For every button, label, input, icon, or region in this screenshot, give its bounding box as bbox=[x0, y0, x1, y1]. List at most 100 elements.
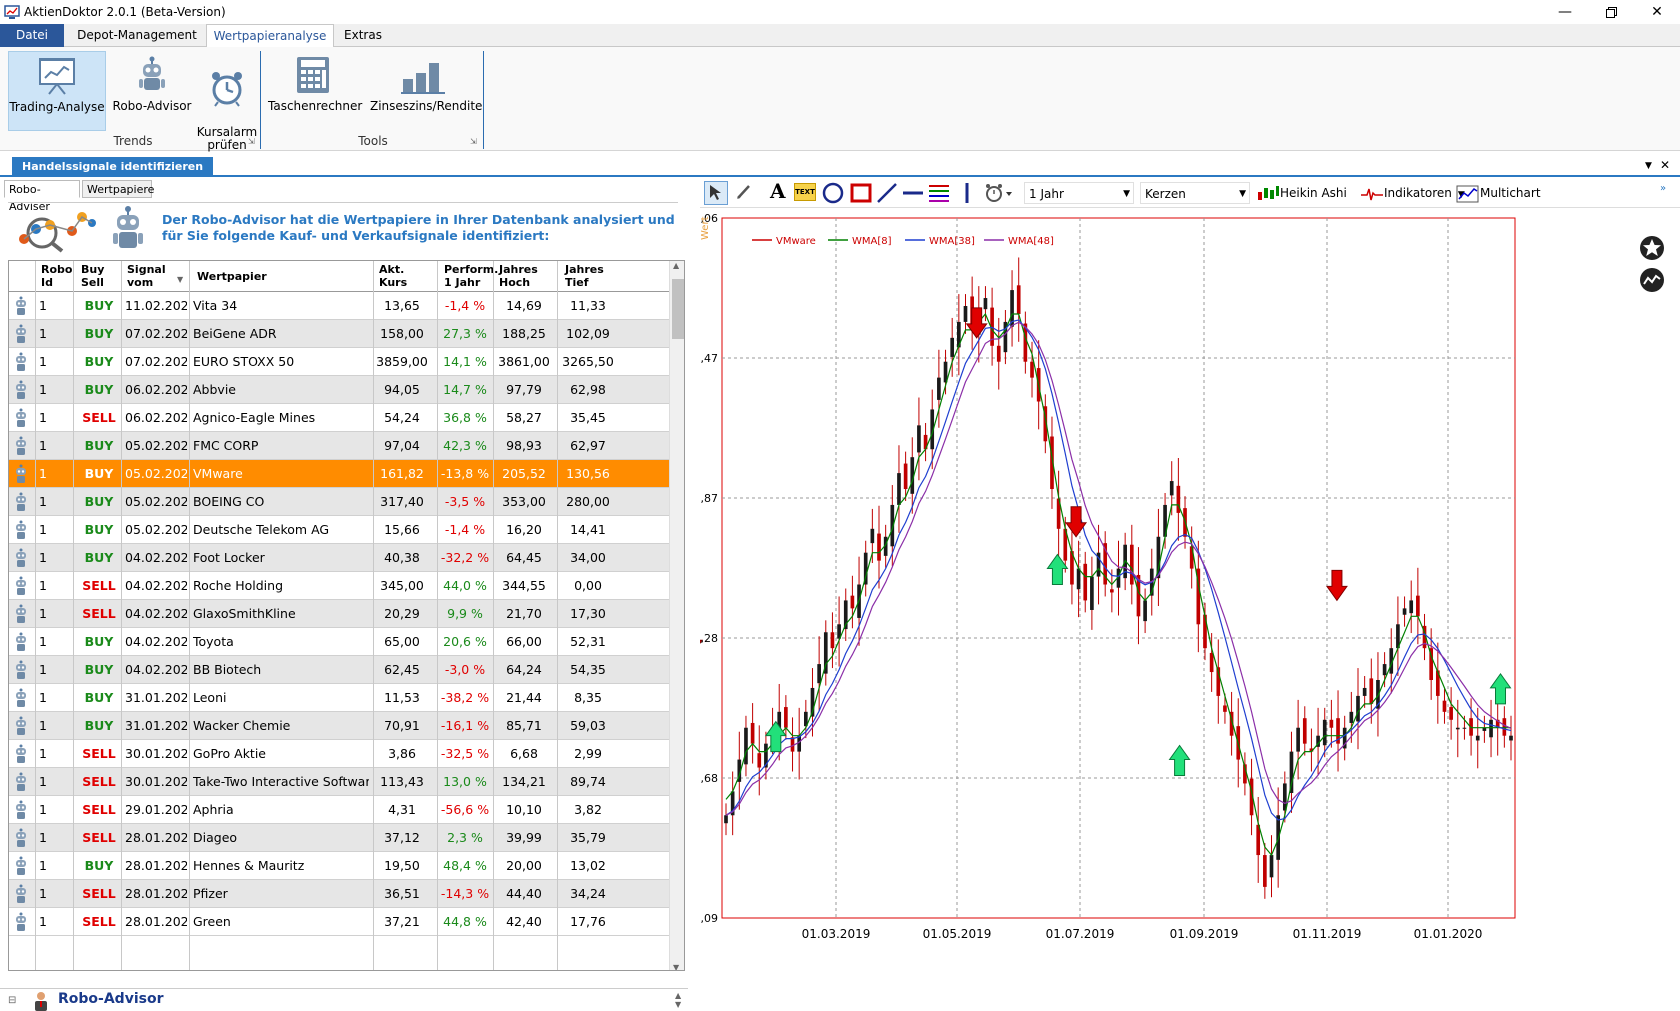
favorite-star-icon[interactable] bbox=[1640, 236, 1664, 260]
person-icon bbox=[35, 992, 47, 1011]
restore-icon[interactable] bbox=[1588, 0, 1634, 24]
col-robo-id[interactable]: Robo Id bbox=[41, 263, 72, 289]
table-row[interactable]: 1 SELL 28.01.2020 Diageo 37,12 2,3 % 39,99 35,7… bbox=[9, 824, 669, 852]
tab-close-icon[interactable]: ✕ bbox=[1660, 158, 1670, 172]
alarm-dropdown-icon[interactable] bbox=[984, 182, 1014, 204]
heikin-ashi-button[interactable]: Heikin Ashi bbox=[1256, 182, 1347, 204]
tools-launcher-icon[interactable]: ⇲ bbox=[470, 137, 477, 146]
period-select[interactable]: 1 Jahr ▼ bbox=[1024, 182, 1134, 204]
vertical-line-icon[interactable] bbox=[956, 182, 978, 204]
robo-advisor-button[interactable]: Robo-Advisor bbox=[112, 51, 192, 113]
table-row[interactable]: 1 BUY 05.02.2020 Deutsche Telekom AG 15,66 -1… bbox=[9, 516, 669, 544]
subtab-robo-adviser[interactable]: Robo-Adviser bbox=[4, 180, 80, 213]
group-tools-label: Tools bbox=[358, 134, 388, 148]
table-row[interactable]: 1 BUY 07.02.2020 EURO STOXX 50 3859,00 14,1 %… bbox=[9, 348, 669, 376]
cell-wertpapier: BeiGene ADR bbox=[193, 326, 277, 341]
trends-launcher-icon[interactable]: ⇲ bbox=[248, 137, 255, 146]
price-chart[interactable]: 214,06196,47178,87161,28143,68126,0901.0… bbox=[700, 210, 1680, 1010]
cell-jahres-tief: 0,00 bbox=[574, 578, 602, 593]
line-tool-icon[interactable] bbox=[876, 182, 898, 204]
table-row[interactable]: 1 BUY 05.02.2020 BOEING CO 317,40 -3,5 % 353,0… bbox=[9, 488, 669, 516]
table-row[interactable]: 1 SELL 04.02.2020 GlaxoSmithKline 20,29 9,9 %… bbox=[9, 600, 669, 628]
col-wertpapier[interactable]: Wertpapier bbox=[197, 270, 267, 283]
table-row[interactable]: 1 SELL 28.01.2020 Pfizer 36,51 -14,3 % 44,40 34… bbox=[9, 880, 669, 908]
table-row[interactable]: 1 BUY 06.02.2020 Abbvie 94,05 14,7 % 97,79 62,9… bbox=[9, 376, 669, 404]
text-box-tool[interactable]: TEXT bbox=[794, 183, 816, 201]
footer-scroll-icon[interactable]: ▲ ▼ bbox=[675, 991, 681, 1009]
table-row[interactable]: 1 SELL 28.01.2020 Green 37,21 44,8 % 42,40 17,7… bbox=[9, 908, 669, 936]
table-row[interactable]: 1 BUY 07.02.2020 BeiGene ADR 158,00 27,3 % 188… bbox=[9, 320, 669, 348]
collapse-icon[interactable]: ⊟ bbox=[8, 995, 16, 1006]
minimize-icon[interactable]: — bbox=[1542, 0, 1588, 24]
indicators-button[interactable]: Indikatoren ▼ bbox=[1360, 182, 1465, 204]
trend-analysis-icon[interactable] bbox=[1640, 268, 1664, 292]
overflow-icon[interactable]: » bbox=[1660, 178, 1666, 200]
col-jahres-hoch[interactable]: Jahres Hoch bbox=[499, 263, 538, 289]
candle-body bbox=[1269, 855, 1274, 878]
menu-extras[interactable]: Extras bbox=[338, 24, 388, 47]
table-row[interactable]: 1 SELL 30.01.2020 GoPro Aktie 3,86 -32,5 % 6,6… bbox=[9, 740, 669, 768]
cell-buy-sell: BUY bbox=[84, 382, 114, 397]
col-signal-vom[interactable]: Signal vom bbox=[127, 263, 166, 289]
col-jahres-tief[interactable]: Jahres Tief bbox=[565, 263, 604, 289]
robot-icon bbox=[13, 796, 33, 826]
cell-signal-date: 05.02.2020 bbox=[125, 466, 187, 481]
cell-akt-kurs: 113,43 bbox=[380, 774, 424, 789]
cell-wertpapier: GoPro Aktie bbox=[193, 746, 266, 761]
zinseszins-button[interactable]: Zinseszins/Rendite bbox=[370, 51, 482, 113]
table-row[interactable]: 1 BUY 05.02.2020 FMC CORP 97,04 42,3 % 98,93 62… bbox=[9, 432, 669, 460]
chart-style-select[interactable]: Kerzen ▼ bbox=[1140, 182, 1250, 204]
text-tool-icon[interactable]: A bbox=[770, 180, 786, 202]
candle-body bbox=[1442, 700, 1447, 712]
table-row[interactable]: 1 BUY 04.02.2020 Toyota 65,00 20,6 % 66,00 52,3… bbox=[9, 628, 669, 656]
table-row[interactable]: 1 BUY 31.01.2020 Wacker Chemie 70,91 -16,1 % 8… bbox=[9, 712, 669, 740]
cell-signal-date: 04.02.2020 bbox=[125, 606, 187, 621]
col-buy-sell[interactable]: Buy Sell bbox=[81, 263, 104, 289]
candle-body bbox=[1416, 595, 1420, 617]
candle-body bbox=[1143, 600, 1147, 622]
circle-tool-icon[interactable] bbox=[822, 182, 844, 204]
table-row[interactable]: 1 SELL 29.01.2020 Aphria 4,31 -56,6 % 10,10 3,8… bbox=[9, 796, 669, 824]
menu-datei[interactable]: Datei bbox=[0, 24, 64, 47]
col-perform[interactable]: Perform. 1 Jahr bbox=[444, 263, 498, 289]
legend-label: VMware bbox=[776, 236, 816, 247]
table-row[interactable]: 1 SELL 06.02.2020 Agnico-Eagle Mines 54,24 36… bbox=[9, 404, 669, 432]
cell-wertpapier: Toyota bbox=[193, 634, 234, 649]
table-header: Robo Id Buy Sell Signal vom ▼ Wertpapier… bbox=[9, 261, 669, 292]
multichart-button[interactable]: Multichart bbox=[1456, 182, 1541, 204]
table-row[interactable]: 1 SELL 04.02.2020 Roche Holding 345,00 44,0 %… bbox=[9, 572, 669, 600]
horizontal-line-icon[interactable] bbox=[902, 182, 924, 204]
select-tool-icon[interactable] bbox=[704, 181, 728, 205]
tab-dropdown-icon[interactable]: ▼ bbox=[1645, 161, 1652, 171]
rectangle-tool-icon[interactable] bbox=[850, 182, 872, 204]
cell-performance: -38,2 % bbox=[440, 690, 490, 705]
table-row[interactable]: 1 SELL 30.01.2020 Take-Two Interactive Soft… bbox=[9, 768, 669, 796]
candle-body bbox=[1369, 678, 1374, 704]
robot-icon bbox=[139, 56, 165, 90]
cell-jahres-tief: 11,33 bbox=[570, 298, 606, 313]
cell-robo-id: 1 bbox=[39, 830, 47, 845]
table-row[interactable]: 1 BUY 04.02.2020 BB Biotech 62,45 -3,0 % 64,24… bbox=[9, 656, 669, 684]
taschenrechner-button[interactable]: Taschenrechner bbox=[268, 51, 362, 113]
table-row[interactable]: 1 BUY 04.02.2020 Foot Locker 40,38 -32,2 % 64,… bbox=[9, 544, 669, 572]
scrollbar-thumb[interactable] bbox=[672, 279, 684, 339]
menu-depot-management[interactable]: Depot-Management bbox=[72, 24, 202, 47]
fibonacci-icon[interactable] bbox=[928, 182, 950, 204]
candle-body bbox=[950, 337, 955, 357]
subtab-wertpapiere[interactable]: Wertpapiere bbox=[82, 180, 154, 198]
cell-signal-date: 06.02.2020 bbox=[125, 382, 187, 397]
menu-wertpapieranalyse[interactable]: Wertpapieranalyse bbox=[206, 24, 334, 48]
table-scrollbar[interactable]: ▲ ▼ bbox=[669, 261, 684, 970]
close-icon[interactable]: ✕ bbox=[1634, 0, 1680, 24]
cell-buy-sell: BUY bbox=[84, 718, 114, 733]
x-tick-label: 01.09.2019 bbox=[1170, 927, 1239, 941]
col-akt-kurs[interactable]: Akt. Kurs bbox=[379, 263, 407, 289]
tab-handelssignale[interactable]: Handelssignale identifizieren bbox=[12, 157, 214, 177]
table-row[interactable]: 1 BUY 31.01.2020 Leoni 11,53 -38,2 % 21,44 8,35 bbox=[9, 684, 669, 712]
pen-icon[interactable] bbox=[734, 182, 754, 204]
table-row[interactable]: 1 BUY 11.02.2020 Vita 34 13,65 -1,4 % 14,69 11,… bbox=[9, 292, 669, 320]
cell-buy-sell: BUY bbox=[84, 438, 114, 453]
trading-analyse-button[interactable]: Trading-Analyse bbox=[8, 51, 106, 131]
table-row[interactable]: 1 BUY 28.01.2020 Hennes & Mauritz 19,50 48,4 … bbox=[9, 852, 669, 880]
table-row[interactable]: 1 BUY 05.02.2020 VMware 161,82 -13,8 % 205,52 1… bbox=[9, 460, 669, 488]
